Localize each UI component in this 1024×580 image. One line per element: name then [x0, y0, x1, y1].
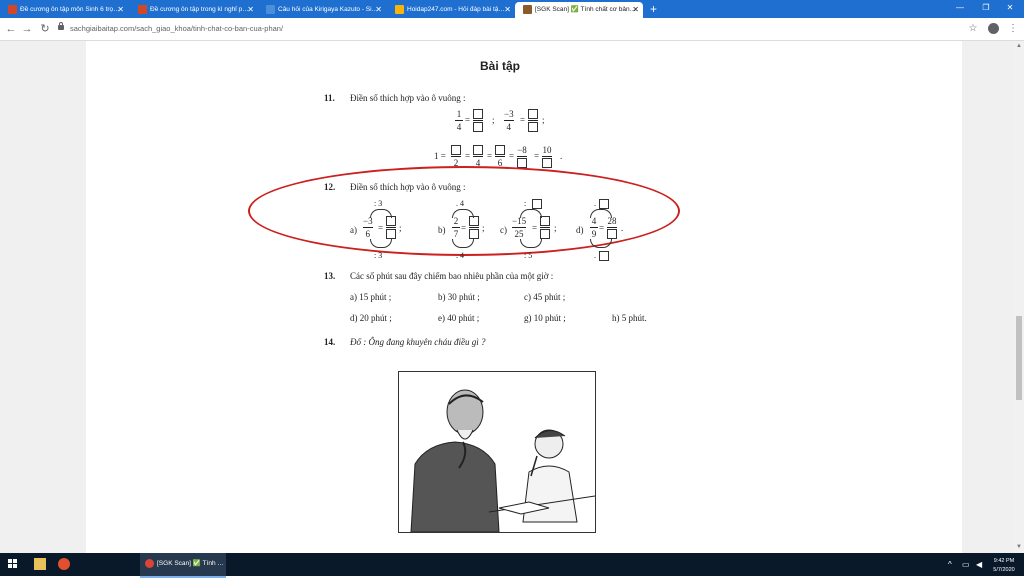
item-12d-label: d): [576, 225, 584, 235]
clock[interactable]: 9:42 PM 5/7/2020: [992, 557, 1016, 580]
answer-item: h) 5 phút.: [612, 313, 647, 323]
coccoc-icon[interactable]: [58, 558, 70, 570]
exercise-heading: Bài tập: [480, 59, 521, 73]
question-13-text: Các số phút sau đây chiếm bao nhiêu phần…: [350, 271, 554, 281]
taskbar-chrome-app[interactable]: [SGK Scan] ✅ Tính …: [140, 553, 226, 578]
tray-chevron-icon[interactable]: ^: [948, 553, 952, 576]
fraction: 14: [455, 109, 463, 132]
sgk-icon: [523, 4, 532, 14]
close-icon[interactable]: ✕: [375, 2, 382, 18]
new-tab-button[interactable]: +: [650, 1, 657, 17]
answer-item: a) 15 phút ;: [350, 292, 392, 302]
bookmark-star-icon[interactable]: ☆: [966, 21, 980, 37]
tab-5-active[interactable]: [SGK Scan] ✅ Tính chất cơ bản… ✕: [515, 2, 643, 18]
answer-box-fraction: [469, 216, 479, 239]
profile-avatar[interactable]: [988, 23, 999, 34]
answer-box-fraction: [386, 216, 396, 239]
answer-item: d) 20 phút ;: [350, 313, 392, 323]
windows-start-icon[interactable]: [8, 559, 18, 569]
lock-icon: [58, 22, 64, 30]
tab-4[interactable]: Hoidap247.com - Hỏi đáp bài tậ… ✕: [387, 2, 515, 18]
tab-2[interactable]: Đề cương ôn tập trong kì nghỉ p… ✕: [130, 2, 258, 18]
close-window-icon[interactable]: ✕: [996, 0, 1024, 18]
fraction: 27: [452, 216, 460, 239]
item-12b-label: b): [438, 225, 446, 235]
question-14-text: Đố : Ông đang khuyên cháu điều gì ?: [350, 337, 486, 347]
question-13-number: 13.: [324, 271, 336, 281]
scroll-up-icon[interactable]: ▲: [1015, 42, 1023, 50]
question-14-number: 14.: [324, 337, 336, 347]
hoidap-icon: [395, 4, 404, 14]
close-icon[interactable]: ✕: [632, 2, 639, 18]
address-bar[interactable]: sachgiaibaitap.com/sach_giao_khoa/tinh-c…: [56, 21, 956, 37]
equals-sign: =: [520, 115, 526, 125]
minimize-icon[interactable]: —: [946, 0, 974, 18]
answer-item: c) 45 phút ;: [524, 292, 566, 302]
volume-icon[interactable]: ◀: [976, 553, 982, 576]
answer-box-fraction: 4: [473, 145, 483, 168]
close-icon[interactable]: ✕: [504, 2, 511, 18]
file-explorer-icon[interactable]: [34, 558, 46, 570]
answer-box-fraction: 6: [495, 145, 505, 168]
menu-icon[interactable]: ⋮: [1006, 21, 1020, 37]
item-12c-label: c): [500, 225, 507, 235]
item-12a-label: a): [350, 225, 357, 235]
answer-item: b) 30 phút ;: [438, 292, 480, 302]
tab-1[interactable]: Đề cương ôn tập môn Sinh 6 trọ… ✕: [0, 2, 128, 18]
tab-3[interactable]: Câu hỏi của Kirigaya Kazuto - Si… ✕: [258, 2, 386, 18]
close-icon[interactable]: ✕: [117, 2, 124, 18]
tab-strip: Đề cương ôn tập môn Sinh 6 trọ… ✕ Đề cươ…: [0, 0, 1024, 18]
url-text: sachgiaibaitap.com/sach_giao_khoa/tinh-c…: [70, 24, 284, 33]
page-viewport: Bài tập 11. Điền số thích hợp vào ô vuôn…: [0, 41, 1014, 553]
back-icon[interactable]: ←: [4, 21, 18, 37]
equals-sign: =: [465, 115, 471, 125]
answer-box: [599, 199, 609, 209]
fraction: −3 4: [504, 109, 514, 132]
taskbar: [SGK Scan] ✅ Tính … ^ ▭ ◀ 9:42 PM 5/7/20…: [0, 553, 1024, 578]
answer-box-fraction: 2: [451, 145, 461, 168]
powerpoint-icon: [138, 4, 147, 14]
scanned-textbook-page: Bài tập 11. Điền số thích hợp vào ô vuôn…: [248, 41, 714, 553]
fraction: 49: [590, 216, 598, 239]
answer-box-fraction: [528, 109, 538, 132]
arrow-arc-icon: [590, 239, 612, 248]
separator: ;: [492, 115, 495, 125]
answer-box-fraction: [540, 216, 550, 239]
answer-box-fraction: [473, 109, 483, 132]
fraction: −8: [517, 145, 527, 168]
powerpoint-icon: [8, 4, 17, 14]
answer-item: g) 10 phút ;: [524, 313, 566, 323]
one-equals: 1 =: [434, 151, 446, 161]
vertical-scrollbar[interactable]: ▲ ▼: [1014, 41, 1024, 553]
network-icon[interactable]: ▭: [962, 553, 970, 576]
fraction: 10: [542, 145, 552, 168]
chrome-icon: [145, 558, 154, 568]
close-icon[interactable]: ✕: [247, 2, 254, 18]
question-11-number: 11.: [324, 93, 335, 103]
illustration-drawing: [410, 389, 595, 532]
browser-toolbar: ← → ↻ sachgiaibaitap.com/sach_giao_khoa/…: [0, 18, 1024, 41]
grandfather-grandson-illustration: [398, 371, 596, 533]
forward-icon[interactable]: →: [20, 21, 34, 37]
page-icon: [266, 4, 275, 14]
scrollbar-thumb[interactable]: [1016, 316, 1022, 400]
reload-icon[interactable]: ↻: [38, 21, 52, 37]
fraction: −3 6: [363, 216, 373, 239]
answer-box: [532, 199, 542, 209]
answer-item: e) 40 phút ;: [438, 313, 480, 323]
fraction: −15 25: [512, 216, 527, 239]
question-11-text: Điền số thích hợp vào ô vuông :: [350, 93, 466, 103]
fraction: 28: [607, 216, 617, 239]
answer-box: [599, 251, 609, 261]
scroll-down-icon[interactable]: ▼: [1015, 543, 1023, 551]
